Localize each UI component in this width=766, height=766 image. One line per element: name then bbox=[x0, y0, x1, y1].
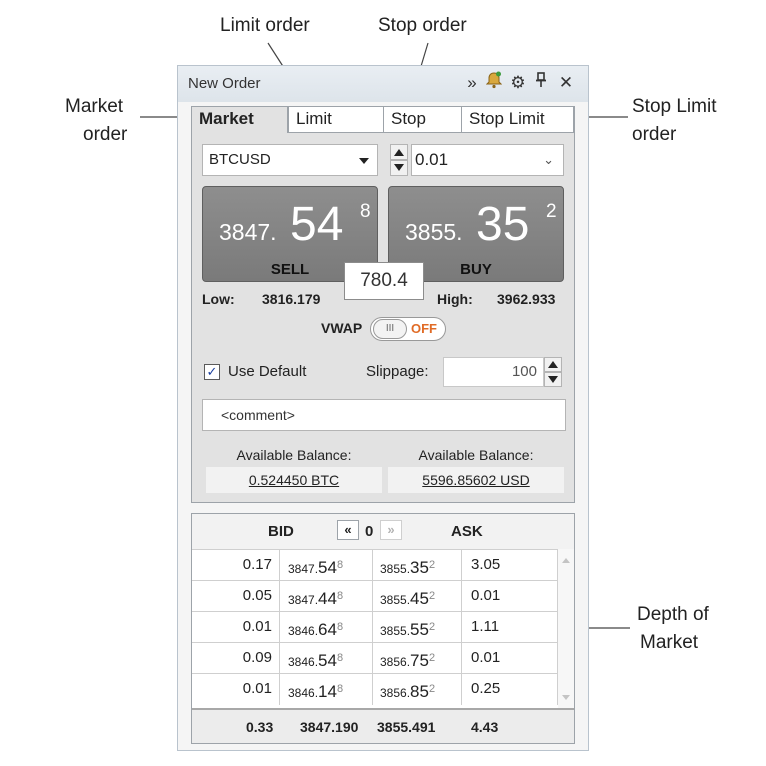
balance-usd-link[interactable]: 5596.85602 USD bbox=[388, 467, 564, 493]
gear-icon[interactable]: ⚙ bbox=[508, 71, 528, 95]
depth-scrollbar[interactable] bbox=[558, 549, 574, 709]
bid-volume: 0.17 bbox=[192, 550, 280, 581]
spread-value: 780.4 bbox=[344, 262, 424, 300]
title-bar[interactable]: New Order » ⚙ ✕ bbox=[178, 66, 588, 102]
callout-market-order-line2: order bbox=[83, 124, 128, 145]
scroll-down-icon[interactable] bbox=[562, 695, 570, 700]
chevron-down-icon bbox=[359, 158, 369, 164]
bid-volume: 0.01 bbox=[192, 612, 280, 643]
balance-right-label: Available Balance: bbox=[418, 447, 534, 463]
use-default-label: Use Default bbox=[228, 363, 307, 380]
ask-price: 3855.452 bbox=[373, 581, 462, 612]
low-value: 3816.179 bbox=[262, 291, 321, 307]
depth-of-market: BID « 0 » ASK 0.17 3847.548 3855.352 3.0… bbox=[191, 513, 575, 744]
bid-price: 3846.148 bbox=[280, 674, 373, 705]
vwap-label: VWAP bbox=[321, 320, 363, 336]
prev-level-button[interactable]: « bbox=[337, 520, 359, 540]
buy-price-small: 3855. bbox=[405, 219, 463, 245]
quantity-spinner-up[interactable] bbox=[390, 144, 408, 160]
arrow-down-icon bbox=[394, 164, 404, 171]
slippage-label: Slippage: bbox=[366, 363, 429, 380]
balance-btc-link[interactable]: 0.524450 BTC bbox=[206, 467, 382, 493]
tab-stop[interactable]: Stop bbox=[384, 107, 462, 133]
chevron-down-icon[interactable]: ⌄ bbox=[543, 145, 554, 175]
bid-price: 3846.648 bbox=[280, 612, 373, 643]
buy-price-pip: 2 bbox=[546, 201, 557, 222]
ask-volume: 3.05 bbox=[462, 550, 558, 581]
window-title: New Order bbox=[188, 75, 261, 92]
ask-header: ASK bbox=[451, 523, 483, 540]
bid-price: 3846.548 bbox=[280, 643, 373, 674]
ask-price: 3855.352 bbox=[373, 550, 462, 581]
notification-bell-icon[interactable] bbox=[484, 71, 504, 96]
high-label: High: bbox=[437, 291, 473, 307]
vwap-state: OFF bbox=[411, 321, 437, 336]
use-default-checkbox[interactable]: ✓ bbox=[204, 364, 220, 380]
arrow-up-icon bbox=[394, 149, 404, 156]
depth-level: 0 bbox=[365, 523, 374, 540]
tab-market[interactable]: Market bbox=[192, 107, 288, 133]
avg-bid-price: 3847.190 bbox=[300, 719, 359, 735]
double-chevron-right-icon[interactable]: » bbox=[462, 71, 482, 95]
callout-market-order-line1: Market bbox=[65, 96, 124, 117]
sell-price-small: 3847. bbox=[219, 219, 277, 245]
low-label: Low: bbox=[202, 291, 235, 307]
callout-stop-order: Stop order bbox=[378, 15, 467, 36]
symbol-value: BTCUSD bbox=[209, 151, 271, 168]
arrow-up-icon bbox=[548, 361, 558, 368]
total-ask-volume: 4.43 bbox=[471, 719, 499, 735]
close-icon[interactable]: ✕ bbox=[556, 71, 576, 95]
depth-row[interactable]: 0.09 3846.548 3856.752 0.01 bbox=[192, 642, 558, 674]
bid-header: BID bbox=[268, 523, 294, 540]
sell-price-big: 54 bbox=[290, 198, 344, 251]
callout-stop-limit-line2: order bbox=[632, 124, 677, 145]
callout-stop-limit-line1: Stop Limit bbox=[632, 96, 717, 117]
bid-volume: 0.05 bbox=[192, 581, 280, 612]
depth-row[interactable]: 0.01 3846.148 3856.852 0.25 bbox=[192, 673, 558, 705]
balance-left-label: Available Balance: bbox=[236, 447, 352, 463]
pin-icon[interactable] bbox=[531, 71, 551, 95]
slippage-spinner-up[interactable] bbox=[544, 357, 562, 372]
tab-limit[interactable]: Limit bbox=[288, 107, 384, 133]
quantity-value: 0.01 bbox=[415, 150, 449, 169]
depth-totals-row: 0.33 3847.190 3855.491 4.43 bbox=[192, 708, 574, 743]
ask-price: 3856.852 bbox=[373, 674, 462, 705]
ask-volume: 0.25 bbox=[462, 674, 558, 705]
toggle-knob: III bbox=[373, 319, 407, 339]
bid-price: 3847.548 bbox=[280, 550, 373, 581]
new-order-window: New Order » ⚙ ✕ Market Limit Stop Stop L… bbox=[177, 65, 589, 751]
depth-row[interactable]: 0.01 3846.648 3855.552 1.11 bbox=[192, 611, 558, 643]
order-entry-panel: Market Limit Stop Stop Limit BTCUSD 0.01… bbox=[191, 106, 575, 503]
bid-volume: 0.09 bbox=[192, 643, 280, 674]
vwap-toggle[interactable]: III OFF bbox=[370, 317, 446, 341]
total-bid-volume: 0.33 bbox=[246, 719, 274, 735]
high-value: 3962.933 bbox=[497, 291, 556, 307]
bid-price: 3847.448 bbox=[280, 581, 373, 612]
scroll-up-icon[interactable] bbox=[562, 558, 570, 563]
ask-price: 3856.752 bbox=[373, 643, 462, 674]
depth-header: BID « 0 » ASK bbox=[192, 514, 574, 549]
sell-price-pip: 8 bbox=[360, 201, 371, 222]
arrow-down-icon bbox=[548, 376, 558, 383]
callout-limit-order: Limit order bbox=[220, 15, 310, 36]
slippage-spinner-down[interactable] bbox=[544, 372, 562, 387]
next-level-button[interactable]: » bbox=[380, 520, 402, 540]
quantity-spinner-down[interactable] bbox=[390, 160, 408, 176]
comment-input[interactable]: <comment> bbox=[202, 399, 566, 431]
ask-volume: 0.01 bbox=[462, 643, 558, 674]
depth-row[interactable]: 0.17 3847.548 3855.352 3.05 bbox=[192, 549, 558, 581]
ask-volume: 0.01 bbox=[462, 581, 558, 612]
depth-row[interactable]: 0.05 3847.448 3855.452 0.01 bbox=[192, 580, 558, 612]
symbol-select[interactable]: BTCUSD bbox=[202, 144, 378, 176]
slippage-input[interactable]: 100 bbox=[443, 357, 544, 387]
quantity-input[interactable]: 0.01 ⌄ bbox=[411, 144, 564, 176]
bid-volume: 0.01 bbox=[192, 674, 280, 705]
avg-ask-price: 3855.491 bbox=[377, 719, 436, 735]
buy-price-big: 35 bbox=[476, 198, 530, 251]
tab-stop-limit[interactable]: Stop Limit bbox=[462, 107, 574, 133]
ask-volume: 1.11 bbox=[462, 612, 558, 643]
ask-price: 3855.552 bbox=[373, 612, 462, 643]
callout-depth-line2: Market bbox=[640, 632, 699, 653]
callout-depth-line1: Depth of bbox=[637, 604, 709, 625]
